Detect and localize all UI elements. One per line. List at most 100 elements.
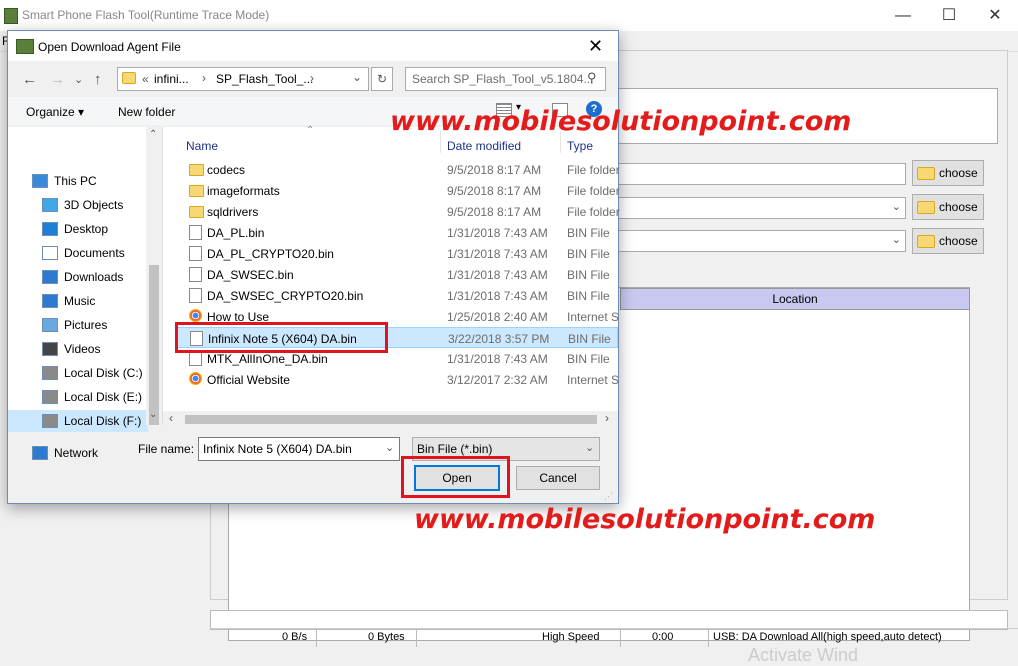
status-separator bbox=[708, 629, 709, 647]
scroll-right-icon[interactable]: › bbox=[605, 411, 609, 425]
file-row[interactable]: DA_PL.bin 1/31/2018 7:43 AM BIN File bbox=[175, 222, 618, 243]
file-row[interactable]: DA_SWSEC.bin 1/31/2018 7:43 AM BIN File bbox=[175, 264, 618, 285]
file-type: BIN File bbox=[568, 332, 611, 346]
activate-windows-text: Activate Wind bbox=[748, 645, 859, 665]
sidebar-item-label: Music bbox=[64, 294, 96, 308]
file-name-label: File name: bbox=[138, 442, 195, 456]
back-arrow-icon[interactable]: ← bbox=[22, 71, 37, 88]
drive-icon bbox=[42, 366, 58, 380]
address-segment-1[interactable]: infini... bbox=[154, 72, 189, 86]
scroll-thumb[interactable] bbox=[149, 265, 159, 425]
video-icon bbox=[42, 342, 58, 356]
address-overflow[interactable]: « bbox=[142, 72, 149, 86]
chevron-down-icon[interactable]: ⌄ bbox=[385, 441, 394, 454]
file-type: BIN File bbox=[567, 352, 610, 366]
choose-button-3[interactable]: choose bbox=[912, 228, 984, 254]
search-placeholder: Search SP_Flash_Tool_v5.1804... bbox=[412, 72, 594, 86]
column-header-name[interactable]: Name bbox=[186, 139, 218, 153]
file-name: DA_SWSEC.bin bbox=[207, 268, 294, 282]
sidebar-item-label: Local Disk (F:) bbox=[64, 414, 142, 428]
scatter-file-field[interactable] bbox=[612, 163, 906, 185]
sidebar-item-label: Downloads bbox=[64, 270, 124, 284]
refresh-button[interactable]: ↻ bbox=[371, 67, 393, 91]
choose-button-1[interactable]: choose bbox=[912, 160, 984, 186]
file-name-input[interactable]: Infinix Note 5 (X604) DA.bin ⌄ bbox=[198, 437, 400, 461]
search-input[interactable]: Search SP_Flash_Tool_v5.1804... ⚲ bbox=[405, 67, 606, 91]
status-separator bbox=[620, 629, 621, 647]
up-arrow-icon[interactable]: ↑ bbox=[94, 71, 102, 88]
file-type: BIN File bbox=[567, 247, 610, 261]
folder-icon bbox=[917, 200, 935, 214]
auth-file-field[interactable]: ⌄ bbox=[612, 197, 906, 219]
cube-icon bbox=[42, 198, 58, 212]
column-header-type[interactable]: Type bbox=[567, 139, 593, 153]
file-name: codecs bbox=[207, 163, 246, 177]
folder-icon bbox=[189, 185, 204, 197]
choose-label: choose bbox=[939, 200, 978, 214]
address-dropdown-icon[interactable]: ⌄ bbox=[352, 70, 362, 84]
music-icon bbox=[42, 294, 58, 308]
file-date: 9/5/2018 8:17 AM bbox=[447, 184, 542, 198]
picture-icon bbox=[42, 318, 58, 332]
file-row[interactable]: imageformats 9/5/2018 8:17 AM File folder bbox=[175, 180, 620, 201]
file-row[interactable]: DA_SWSEC_CRYPTO20.bin 1/31/2018 7:43 AM BI… bbox=[175, 285, 618, 306]
file-icon bbox=[189, 225, 202, 240]
dialog-app-icon bbox=[16, 39, 34, 54]
file-type: File folder bbox=[567, 205, 620, 219]
choose-label: choose bbox=[939, 234, 978, 248]
watermark-text: www.mobilesolutionpoint.com bbox=[414, 504, 876, 535]
sidebar-item-label: This PC bbox=[54, 174, 97, 188]
chevron-down-icon: ⌄ bbox=[891, 201, 901, 213]
sidebar-item-label: Videos bbox=[64, 342, 101, 356]
file-date: 1/31/2018 7:43 AM bbox=[447, 247, 548, 261]
minimize-button[interactable]: — bbox=[880, 4, 926, 28]
location-column-header[interactable]: Location bbox=[620, 288, 970, 310]
close-button[interactable]: ✕ bbox=[972, 4, 1018, 28]
status-time: 0:00 bbox=[652, 631, 674, 643]
file-row[interactable]: codecs 9/5/2018 8:17 AM File folder bbox=[175, 159, 620, 180]
sidebar-item-label: Network bbox=[54, 446, 99, 460]
sidebar-item-local-disk-f[interactable]: Local Disk (F:) bbox=[8, 410, 148, 432]
file-date: 3/22/2018 3:57 PM bbox=[448, 332, 550, 346]
file-icon bbox=[189, 267, 202, 282]
new-folder-button[interactable]: New folder bbox=[118, 105, 175, 119]
file-name: DA_SWSEC_CRYPTO20.bin bbox=[207, 289, 364, 303]
file-horizontal-scrollbar[interactable]: ‹ › bbox=[163, 411, 618, 427]
scroll-thumb[interactable] bbox=[185, 415, 597, 424]
file-row[interactable]: sqldrivers 9/5/2018 8:17 AM File folder bbox=[175, 201, 620, 222]
cancel-button[interactable]: Cancel bbox=[516, 466, 600, 490]
cert-file-field[interactable]: ⌄ bbox=[612, 230, 906, 252]
dialog-close-button[interactable]: ✕ bbox=[588, 36, 603, 57]
drive-icon bbox=[42, 390, 58, 404]
address-bar[interactable]: « infini... › SP_Flash_Tool_... › ⌄ bbox=[117, 67, 369, 91]
file-type-value: Bin File (*.bin) bbox=[417, 442, 493, 456]
sidebar-item-label: Local Disk (E:) bbox=[64, 390, 143, 404]
status-mode: High Speed bbox=[542, 631, 600, 643]
sidebar-item-label: Pictures bbox=[64, 318, 108, 332]
resize-grip-icon[interactable]: ⋰ bbox=[604, 491, 613, 502]
organize-menu[interactable]: Organize ▾ bbox=[26, 105, 84, 119]
file-date: 3/12/2017 2:32 AM bbox=[447, 373, 548, 387]
drive-icon bbox=[42, 414, 58, 428]
sidebar-item-label: 3D Objects bbox=[64, 198, 124, 212]
file-row[interactable]: DA_PL_CRYPTO20.bin 1/31/2018 7:43 AM BIN F… bbox=[175, 243, 618, 264]
forward-arrow-icon[interactable]: → bbox=[50, 71, 65, 88]
file-name: imageformats bbox=[207, 184, 280, 198]
folder-icon bbox=[189, 164, 204, 176]
nav-vertical-scrollbar[interactable]: ⌃ ⌄ bbox=[146, 127, 162, 425]
watermark-text: www.mobilesolutionpoint.com bbox=[390, 106, 852, 137]
document-icon bbox=[42, 246, 58, 260]
column-header-date[interactable]: Date modified bbox=[447, 139, 521, 153]
folder-icon bbox=[122, 72, 136, 84]
scroll-left-icon[interactable]: ‹ bbox=[169, 411, 173, 425]
maximize-button[interactable]: ☐ bbox=[926, 4, 972, 28]
recent-dropdown-icon[interactable]: ⌄ bbox=[74, 73, 83, 86]
folder-icon bbox=[189, 206, 204, 218]
scroll-up-icon[interactable]: ⌃ bbox=[149, 129, 157, 140]
address-segment-2[interactable]: SP_Flash_Tool_... bbox=[216, 72, 313, 86]
file-row[interactable]: Official Website 3/12/2017 2:32 AM Interne… bbox=[175, 369, 619, 390]
file-name: MTK_AllInOne_DA.bin bbox=[207, 352, 328, 366]
scroll-down-icon[interactable]: ⌄ bbox=[149, 409, 157, 420]
file-type: File folder bbox=[567, 184, 620, 198]
choose-button-2[interactable]: choose bbox=[912, 194, 984, 220]
